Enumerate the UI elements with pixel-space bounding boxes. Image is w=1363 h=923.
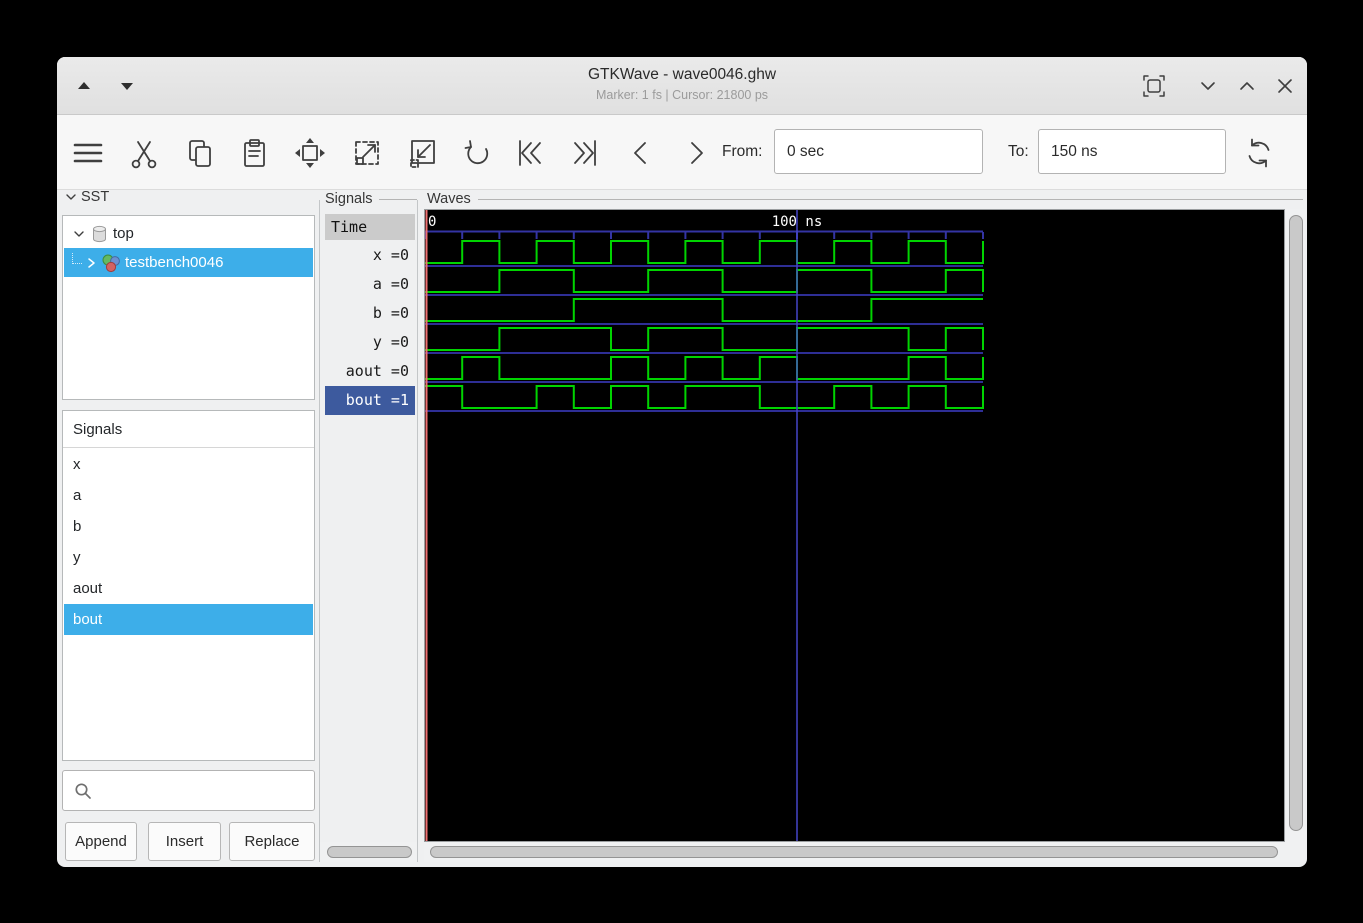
signals-list-header: Signals — [63, 411, 314, 448]
window-title: GTKWave - wave0046.ghw — [57, 66, 1307, 84]
svg-text:100 ns: 100 ns — [772, 214, 823, 230]
maximize-button[interactable] — [1230, 69, 1264, 103]
sst-header-label: SST — [81, 189, 109, 205]
window-subtitle: Marker: 1 fs | Cursor: 21800 ps — [57, 88, 1307, 102]
list-item-b[interactable]: b — [64, 511, 313, 542]
fit-window-button[interactable] — [1137, 69, 1171, 103]
search-icon — [73, 781, 93, 801]
replace-button[interactable]: Replace — [229, 822, 315, 861]
cut-icon — [127, 136, 161, 170]
list-item-a[interactable]: a — [64, 480, 313, 511]
zoom-undo-icon — [459, 135, 495, 171]
cylinder-icon — [92, 225, 107, 243]
waves-vscroll-track — [1286, 209, 1306, 842]
paste-button[interactable] — [236, 135, 272, 171]
chevron-up-icon — [1235, 74, 1259, 98]
to-input[interactable] — [1038, 129, 1226, 174]
sigval-row-bout[interactable]: bout =1 — [325, 386, 415, 415]
waveform-svg: 0 100 ns — [425, 210, 1284, 841]
menu-button[interactable] — [70, 135, 106, 171]
signal-column-frame-label: Signals — [325, 191, 373, 207]
sst-expander-icon — [64, 190, 78, 204]
minimize-button[interactable] — [1191, 69, 1225, 103]
chevron-down-icon — [1196, 74, 1220, 98]
sigval-row-x[interactable]: x =0 — [325, 241, 415, 270]
sigval-row-a[interactable]: a =0 — [325, 270, 415, 299]
reload-icon — [1241, 135, 1277, 171]
module-spheres-icon — [101, 253, 121, 273]
waves-hscroll-track — [424, 842, 1305, 862]
list-item-aout[interactable]: aout — [64, 573, 313, 604]
search-input[interactable] — [93, 776, 314, 806]
go-next-icon — [678, 135, 714, 171]
divider — [319, 200, 320, 862]
append-button[interactable]: Append — [65, 822, 137, 861]
zoom-fit-button[interactable] — [292, 135, 328, 171]
gtkwave-window: GTKWave - wave0046.ghw Marker: 1 fs | Cu… — [57, 57, 1307, 867]
svg-text:0: 0 — [428, 214, 436, 230]
search-box — [62, 770, 315, 811]
expander-down-icon — [72, 227, 86, 241]
go-last-icon — [567, 135, 603, 171]
waves-hscroll-thumb[interactable] — [430, 846, 1278, 858]
sst-tree: top testbench0046 — [62, 215, 315, 400]
list-item-y[interactable]: y — [64, 542, 313, 573]
fit-window-icon — [1142, 74, 1166, 98]
paste-icon — [237, 136, 271, 170]
zoom-fit-icon — [292, 135, 328, 171]
toolbar: From: To: — [57, 115, 1307, 190]
waves-vscroll-thumb[interactable] — [1289, 215, 1303, 831]
from-label: From: — [722, 143, 762, 161]
zoom-undo-button[interactable] — [459, 135, 495, 171]
reload-button[interactable] — [1241, 135, 1277, 171]
expander-right-icon — [85, 256, 98, 270]
zoom-out-button[interactable] — [404, 135, 440, 171]
zoom-in-button[interactable] — [349, 135, 385, 171]
signal-column-hscroll-track — [320, 842, 417, 862]
go-first-icon — [512, 135, 548, 171]
titlebar: GTKWave - wave0046.ghw Marker: 1 fs | Cu… — [57, 57, 1307, 115]
frame-line — [478, 199, 1303, 200]
to-label: To: — [1008, 143, 1029, 161]
tree-item-top[interactable]: top — [64, 219, 313, 248]
waves-frame-label: Waves — [427, 191, 471, 207]
close-icon — [1273, 74, 1297, 98]
sigval-row-b[interactable]: b =0 — [325, 299, 415, 328]
close-button[interactable] — [1268, 69, 1302, 103]
from-input[interactable] — [774, 129, 983, 174]
go-prev-button[interactable] — [623, 135, 659, 171]
tree-item-label: top — [113, 225, 134, 242]
copy-button[interactable] — [182, 135, 218, 171]
sigval-row-aout[interactable]: aout =0 — [325, 357, 415, 386]
go-next-button[interactable] — [678, 135, 714, 171]
go-prev-icon — [623, 135, 659, 171]
sigval-row-y[interactable]: y =0 — [325, 328, 415, 357]
time-header: Time — [325, 214, 415, 240]
signals-list-panel: Signals x a b y aout bout — [62, 410, 315, 761]
menu-icon — [71, 136, 105, 170]
frame-line — [379, 199, 417, 200]
cut-button[interactable] — [126, 135, 162, 171]
copy-icon — [183, 136, 217, 170]
screenshot-root: GTKWave - wave0046.ghw Marker: 1 fs | Cu… — [0, 0, 1363, 923]
zoom-out-icon — [404, 135, 440, 171]
list-item-bout[interactable]: bout — [64, 604, 313, 635]
list-item-x[interactable]: x — [64, 449, 313, 480]
insert-button[interactable]: Insert — [148, 822, 221, 861]
tree-item-testbench[interactable]: testbench0046 — [64, 248, 313, 277]
tree-item-label: testbench0046 — [125, 254, 223, 271]
sst-header[interactable]: SST — [64, 189, 109, 205]
go-last-button[interactable] — [567, 135, 603, 171]
wave-canvas[interactable]: 0 100 ns — [424, 209, 1285, 842]
signal-column-hscroll-thumb[interactable] — [327, 846, 412, 858]
zoom-in-icon — [349, 135, 385, 171]
divider — [417, 200, 418, 862]
go-first-button[interactable] — [512, 135, 548, 171]
tree-connector — [72, 253, 82, 264]
